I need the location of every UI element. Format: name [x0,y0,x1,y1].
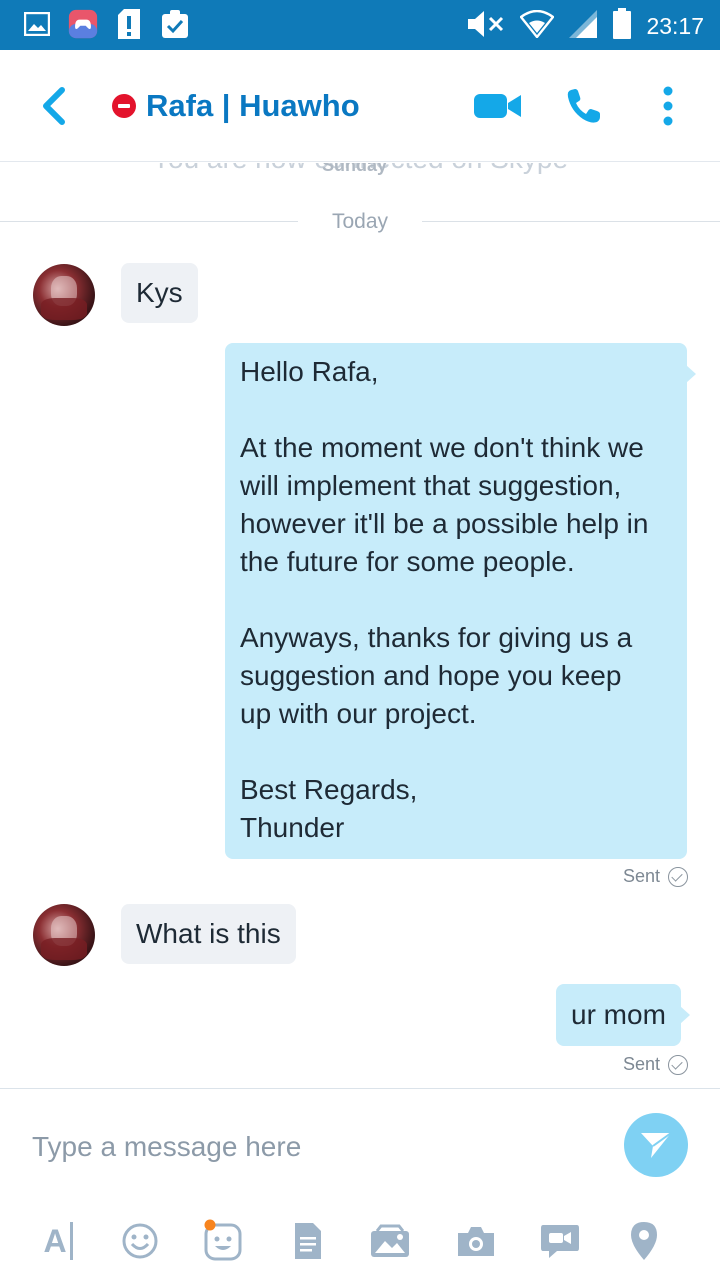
incoming-message[interactable]: What is this [121,904,296,964]
bubble-tail [686,365,696,383]
composer: A [0,1088,720,1280]
date-divider: Today [331,210,389,233]
message-line: however it'll be a possible help in [240,508,649,539]
file-icon [295,1223,321,1259]
sticky-date: Sunday [322,163,388,175]
status-bar: 23:17 [0,0,720,50]
emoji-button[interactable] [118,1219,162,1263]
composer-toolbar: A [0,1207,720,1267]
message-line [240,733,672,771]
location-button[interactable] [622,1219,666,1263]
video-call-icon [474,94,521,118]
message-line: Anyways, thanks for giving us a [240,622,633,653]
audio-call-icon [567,89,600,123]
divider-line [0,221,298,222]
back-arrow-icon [43,87,65,125]
conversation-header: Rafa | Huawho [0,50,720,162]
status-text: Sent [622,866,660,886]
outgoing-message[interactable]: Hello Rafa, At the moment we don't think… [225,343,696,859]
more-options-icon [663,86,673,126]
mute-icon [466,8,506,44]
wifi-icon [519,9,556,42]
game-icon [68,8,98,40]
message-line: Hello Rafa, [240,356,379,387]
divider-line [422,221,720,222]
message-text: Kys [136,277,183,308]
text-format-button[interactable]: A [36,1219,80,1263]
location-icon [631,1222,657,1260]
bubble-tail [679,1006,690,1024]
delivery-status: Sent [623,1054,688,1075]
avatar[interactable] [33,904,95,966]
camera-button[interactable] [454,1219,498,1263]
gallery-icon [22,8,52,40]
delivery-status: Sent [623,866,688,887]
message-line [240,391,672,429]
message-line: At the moment we don't think we [240,432,644,463]
signal-icon [568,9,598,43]
video-message-icon [541,1225,579,1258]
sticker-icon [204,1219,242,1261]
message-line: the future for some people. [240,546,575,577]
contact-name[interactable]: Rafa | Huawho [146,88,360,124]
presence-dnd-icon [112,94,136,118]
media-icon [371,1224,409,1257]
media-button[interactable] [368,1219,412,1263]
emoji-icon [122,1223,158,1259]
clock: 23:17 [646,12,704,39]
message-line [240,581,672,619]
message-line: Thunder [240,812,345,843]
clipboard-check-icon [160,8,190,40]
message-line: Best Regards, [240,774,418,805]
video-call-button[interactable] [470,80,526,132]
incoming-message[interactable]: Kys [121,263,198,323]
outgoing-message[interactable]: ur mom [556,984,690,1046]
sent-check-icon [668,866,688,887]
message-line: suggestion and hope you keep [240,660,622,691]
send-button[interactable] [624,1113,688,1177]
sticker-button[interactable] [202,1219,246,1263]
back-button[interactable] [34,84,74,128]
message-list[interactable]: You are now connected on Skype Sunday To… [0,163,720,1088]
message-text: ur mom [571,999,666,1030]
battery-icon [612,8,632,44]
more-options-button[interactable] [640,80,696,132]
send-icon [641,1132,672,1158]
text-format-icon: A [43,1222,73,1260]
camera-icon [458,1227,494,1256]
audio-call-button[interactable] [556,80,612,132]
message-text: What is this [136,918,281,949]
file-button[interactable] [286,1219,330,1263]
sent-check-icon [668,1054,688,1075]
message-line: will implement that suggestion, [240,470,622,501]
message-line: up with our project. [240,698,477,729]
message-input[interactable] [32,1125,592,1169]
avatar[interactable] [33,264,95,326]
sd-card-alert-icon [114,8,144,40]
status-text: Sent [622,1054,660,1074]
video-message-button[interactable] [538,1219,582,1263]
